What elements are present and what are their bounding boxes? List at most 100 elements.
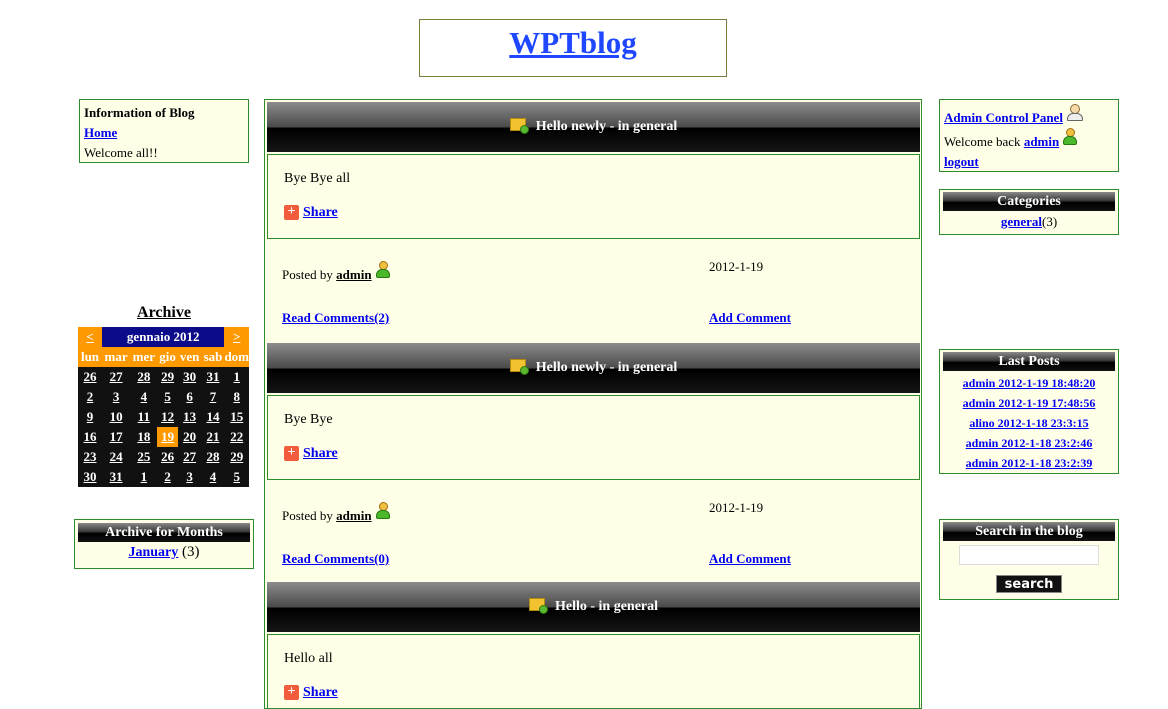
calendar-day-link[interactable]: 28: [137, 369, 150, 384]
calendar-day-link[interactable]: 29: [230, 449, 243, 464]
calendar-day-link[interactable]: 2: [164, 469, 171, 484]
calendar-day: 5: [157, 387, 178, 407]
calendar-day: 31: [102, 467, 131, 487]
calendar-day-link[interactable]: 1: [141, 469, 148, 484]
author-link[interactable]: admin: [336, 508, 371, 523]
admin-user-link[interactable]: admin: [1024, 134, 1059, 149]
category-count: (3): [1041, 214, 1058, 229]
admin-panel-link[interactable]: Admin Control Panel: [944, 110, 1063, 125]
last-post-link[interactable]: alino 2012-1-18 23:3:15: [969, 416, 1088, 430]
calendar-day-link[interactable]: 18: [137, 429, 150, 444]
post-title: Hello newly - in general: [535, 360, 678, 375]
search-box: Search in the blog search: [939, 519, 1119, 600]
calendar-day-link[interactable]: 4: [141, 389, 148, 404]
share-link[interactable]: Share: [303, 446, 338, 461]
category-link[interactable]: general: [1001, 214, 1042, 229]
last-post-link[interactable]: admin 2012-1-19 17:48:56: [963, 396, 1096, 410]
calendar-day: 18: [130, 427, 158, 447]
calendar-day-link[interactable]: 16: [84, 429, 97, 444]
search-button[interactable]: search: [996, 575, 1062, 593]
calendar-week-row: 9 10 11 12 13 14 15: [78, 407, 249, 427]
calendar-day-link[interactable]: 1: [233, 369, 240, 384]
admin-box: Admin Control Panel Welcome back admin l…: [939, 99, 1119, 172]
calendar-day: 30: [177, 367, 202, 387]
calendar-day-link[interactable]: 27: [183, 449, 196, 464]
folder-icon: [509, 359, 529, 375]
logout-link[interactable]: logout: [944, 154, 979, 169]
last-post-link[interactable]: admin 2012-1-18 23:2:39: [966, 456, 1093, 470]
calendar-day-link[interactable]: 9: [87, 409, 94, 424]
calendar-day-link[interactable]: 28: [206, 449, 219, 464]
add-comment-link[interactable]: Add Comment: [709, 310, 791, 326]
calendar-day-link[interactable]: 6: [186, 389, 193, 404]
share-link[interactable]: Share: [303, 685, 338, 700]
calendar-day-link[interactable]: 23: [84, 449, 97, 464]
share-plus-icon[interactable]: +: [284, 446, 299, 461]
site-title-link[interactable]: WPTblog: [509, 25, 636, 60]
calendar-day-link[interactable]: 14: [206, 409, 219, 424]
post: Hello - in general Hello all + Share: [265, 582, 921, 708]
calendar-day-link[interactable]: 5: [164, 389, 171, 404]
calendar-day-link[interactable]: 29: [161, 369, 174, 384]
share-plus-icon[interactable]: +: [284, 205, 299, 220]
last-post-link[interactable]: admin 2012-1-19 18:48:20: [963, 376, 1096, 390]
calendar-day-link[interactable]: 12: [161, 409, 174, 424]
archive-month-link[interactable]: January: [128, 545, 178, 560]
calendar-day-link[interactable]: 21: [206, 429, 219, 444]
author-link[interactable]: admin: [336, 267, 371, 282]
calendar-day-link[interactable]: 15: [230, 409, 243, 424]
calendar-day-link[interactable]: 3: [186, 469, 193, 484]
post-body: Bye Bye + Share: [267, 395, 920, 480]
calendar-day-link[interactable]: 8: [233, 389, 240, 404]
calendar-day: 26: [78, 367, 102, 387]
calendar-day-link[interactable]: 4: [210, 469, 217, 484]
calendar-day-name: sab: [201, 347, 225, 367]
calendar-day: 10: [102, 407, 131, 427]
archive-title: Archive: [137, 304, 191, 321]
calendar-day-link[interactable]: 2: [87, 389, 94, 404]
calendar-day-link[interactable]: 30: [183, 369, 196, 384]
calendar-day: 22: [224, 427, 249, 447]
calendar-day-link[interactable]: 17: [110, 429, 123, 444]
read-comments-link[interactable]: Read Comments(0): [282, 551, 389, 567]
calendar-week-row: 23 24 25 26 27 28 29: [78, 447, 249, 467]
share-link[interactable]: Share: [303, 205, 338, 220]
calendar-day: 8: [224, 387, 249, 407]
user-icon: [375, 261, 390, 278]
calendar-day-link[interactable]: 10: [110, 409, 123, 424]
calendar-day-link[interactable]: 22: [230, 429, 243, 444]
calendar-prev-button[interactable]: <: [78, 327, 102, 347]
calendar-day-link[interactable]: 13: [183, 409, 196, 424]
last-posts-box: Last Posts admin 2012-1-19 18:48:20 admi…: [939, 349, 1119, 474]
calendar-next-button[interactable]: >: [224, 327, 249, 347]
calendar-day-link[interactable]: 24: [110, 449, 123, 464]
share-plus-icon[interactable]: +: [284, 685, 299, 700]
calendar-day-link[interactable]: 19: [161, 429, 174, 444]
folder-icon: [528, 598, 548, 614]
calendar-day-link[interactable]: 25: [137, 449, 150, 464]
add-comment-link[interactable]: Add Comment: [709, 551, 791, 567]
calendar-day-link[interactable]: 26: [84, 369, 97, 384]
calendar-day-link[interactable]: 30: [84, 469, 97, 484]
home-link[interactable]: Home: [84, 125, 117, 140]
calendar-day: 3: [102, 387, 131, 407]
read-comments-link[interactable]: Read Comments(2): [282, 310, 389, 326]
post-title-bar: Hello - in general: [267, 582, 920, 632]
calendar-day-link[interactable]: 31: [206, 369, 219, 384]
search-title: Search in the blog: [943, 522, 1115, 541]
calendar-day-link[interactable]: 7: [210, 389, 217, 404]
calendar-day: 13: [177, 407, 202, 427]
calendar-day: 14: [201, 407, 225, 427]
calendar-day: 21: [201, 427, 225, 447]
calendar-day-link[interactable]: 27: [110, 369, 123, 384]
calendar-day-link[interactable]: 20: [183, 429, 196, 444]
calendar-day-link[interactable]: 5: [233, 469, 240, 484]
site-header: WPTblog: [419, 19, 727, 77]
search-input[interactable]: [959, 545, 1099, 565]
calendar-day-link[interactable]: 31: [110, 469, 123, 484]
calendar-day: 1: [130, 467, 158, 487]
calendar-day-link[interactable]: 26: [161, 449, 174, 464]
calendar-day-link[interactable]: 11: [138, 409, 150, 424]
last-post-link[interactable]: admin 2012-1-18 23:2:46: [966, 436, 1093, 450]
calendar-day-link[interactable]: 3: [113, 389, 120, 404]
